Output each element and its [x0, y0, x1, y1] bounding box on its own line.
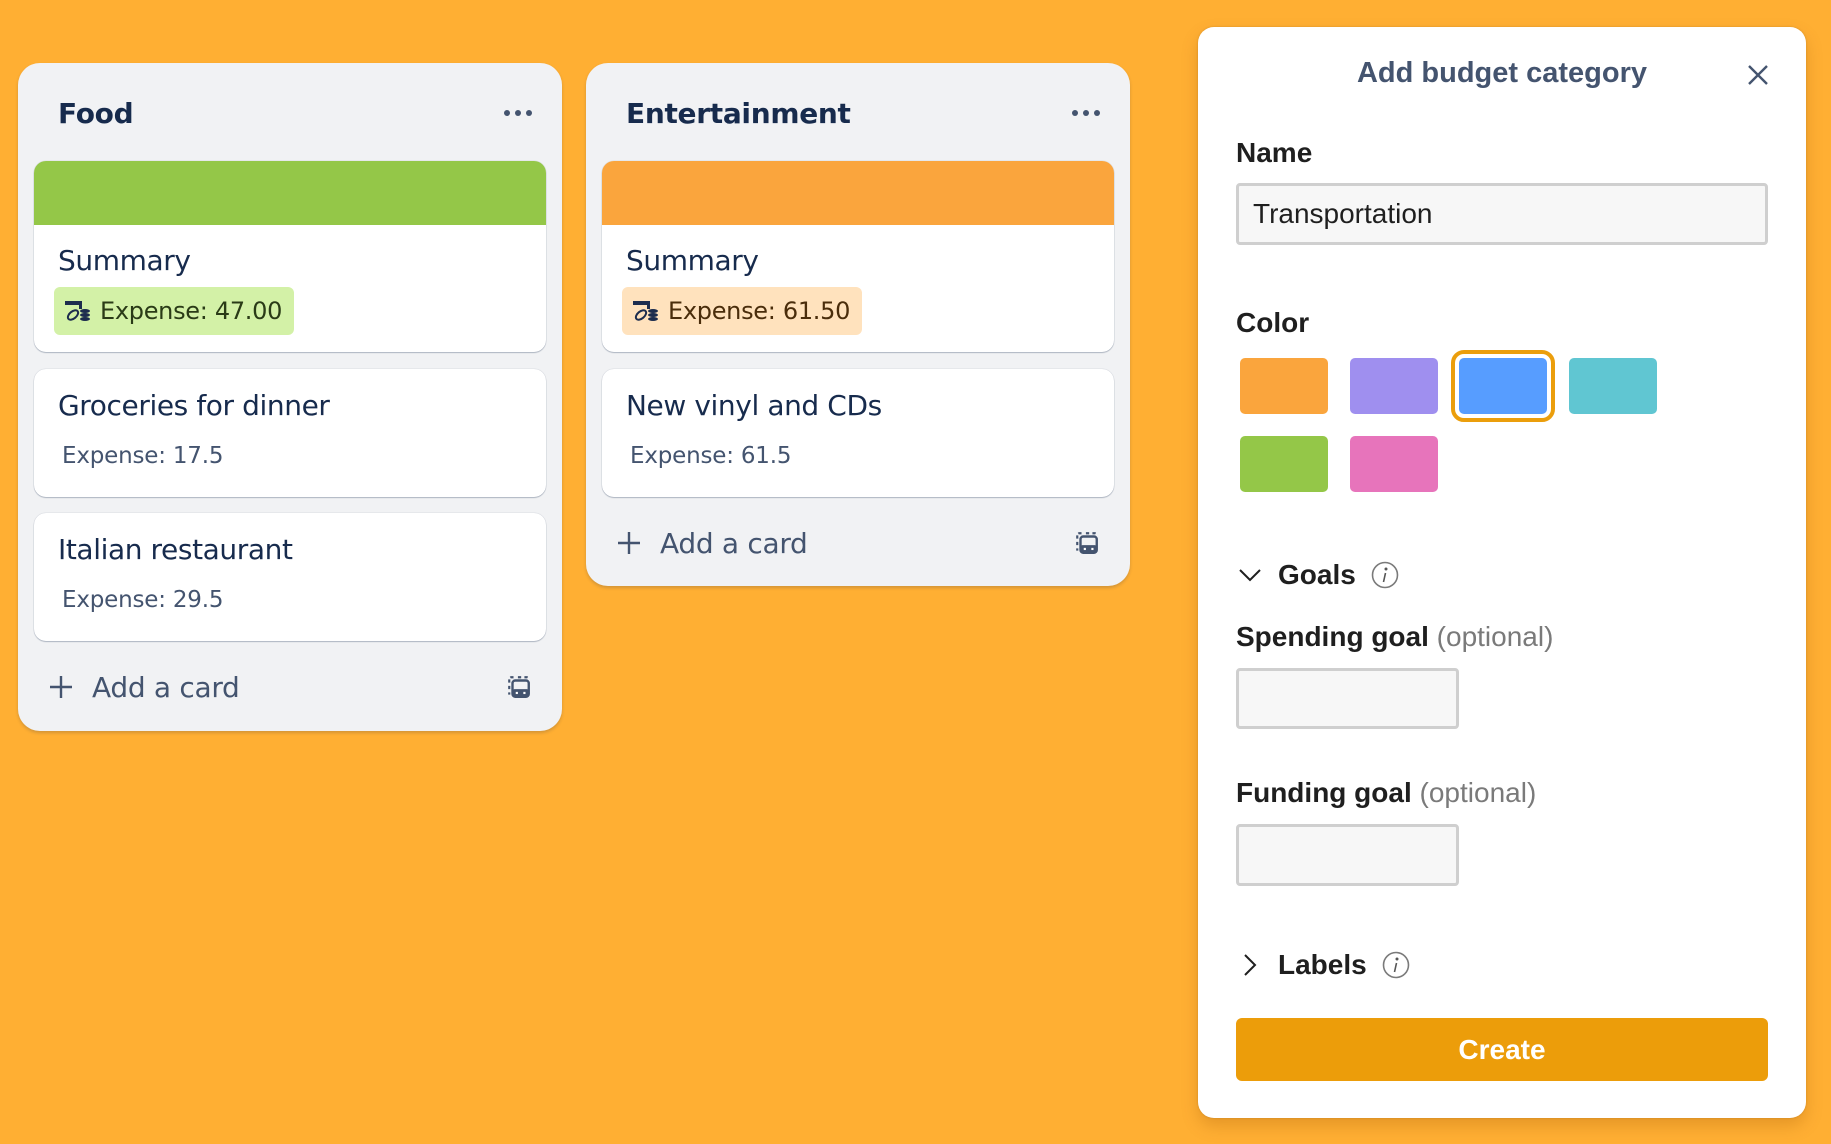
info-icon[interactable]: [1381, 950, 1411, 980]
optional-hint: (optional): [1436, 621, 1554, 652]
list-more-menu-button[interactable]: [1066, 97, 1106, 129]
funding-goal-label: Funding goal (optional): [1236, 777, 1536, 809]
name-input[interactable]: [1236, 183, 1768, 245]
expense-coins-icon: [633, 301, 658, 321]
add-card-row: Add a card: [602, 519, 1114, 567]
color-swatch-green[interactable]: [1240, 436, 1328, 492]
create-from-template-button[interactable]: [504, 672, 534, 702]
card-expense: Expense: 29.5: [62, 587, 224, 613]
summary-card[interactable]: Summary Expense: 61.50: [602, 161, 1114, 352]
funding-goal-input[interactable]: [1236, 824, 1459, 886]
list-header: Entertainment: [626, 93, 1106, 133]
add-card-row: Add a card: [34, 663, 546, 711]
card-title: Summary: [626, 244, 759, 277]
spending-goal-label-text: Spending goal: [1236, 621, 1429, 652]
info-icon[interactable]: [1370, 560, 1400, 590]
optional-hint: (optional): [1419, 777, 1537, 808]
list-more-menu-button[interactable]: [498, 97, 538, 129]
more-icon-dot: [1094, 110, 1100, 116]
chevron-down-icon: [1239, 569, 1261, 582]
add-card-label: Add a card: [660, 526, 808, 560]
spending-goal-label: Spending goal (optional): [1236, 621, 1553, 653]
add-card-label: Add a card: [92, 670, 240, 704]
goals-label: Goals: [1278, 559, 1356, 590]
name-label: Name: [1236, 137, 1313, 168]
color-swatch-orange[interactable]: [1240, 358, 1328, 414]
expense-card[interactable]: Italian restaurant Expense: 29.5: [34, 513, 546, 641]
card-title: Groceries for dinner: [58, 389, 330, 422]
add-card-button[interactable]: Add a card: [616, 527, 808, 560]
more-icon-dot: [504, 110, 510, 116]
list-header: Food: [58, 93, 538, 133]
labels-label: Labels: [1278, 949, 1367, 980]
plus-icon: [50, 676, 72, 698]
card-cover-color: [602, 161, 1114, 225]
labels-section-toggle[interactable]: Labels: [1236, 949, 1411, 981]
template-icon: [1076, 532, 1098, 554]
color-swatch-magenta[interactable]: [1350, 436, 1438, 492]
color-swatch-blue[interactable]: [1451, 350, 1555, 422]
card-cover-color: [34, 161, 546, 225]
spending-goal-input[interactable]: [1236, 668, 1459, 729]
card-title: New vinyl and CDs: [626, 389, 882, 422]
funding-goal-label-text: Funding goal: [1236, 777, 1412, 808]
more-icon-dot: [1072, 110, 1078, 116]
expense-badge: Expense: 61.50: [622, 287, 863, 335]
card-title: Italian restaurant: [58, 533, 293, 566]
card-expense: Expense: 61.5: [630, 443, 792, 469]
more-icon-dot: [1083, 110, 1089, 116]
expense-badge-label: Expense: 47.00: [100, 297, 283, 325]
chevron-right-icon: [1244, 954, 1257, 976]
more-icon-dot: [515, 110, 521, 116]
color-label: Color: [1236, 307, 1310, 338]
template-icon: [508, 676, 530, 698]
color-swatch-purple[interactable]: [1350, 358, 1438, 414]
list-column-entertainment: Entertainment Summary Expense: 61.50 New…: [586, 63, 1130, 586]
close-button[interactable]: [1744, 61, 1772, 89]
create-from-template-button[interactable]: [1072, 528, 1102, 558]
card-expense: Expense: 17.5: [62, 443, 224, 469]
summary-card[interactable]: Summary Expense: 47.00: [34, 161, 546, 352]
expense-badge: Expense: 47.00: [54, 287, 295, 335]
card-title: Summary: [58, 244, 191, 277]
create-button[interactable]: Create: [1236, 1018, 1768, 1081]
goals-section-toggle[interactable]: Goals: [1236, 559, 1400, 591]
expense-badge-label: Expense: 61.50: [668, 297, 851, 325]
more-icon-dot: [526, 110, 532, 116]
expense-card[interactable]: Groceries for dinner Expense: 17.5: [34, 369, 546, 497]
expense-coins-icon: [65, 301, 90, 321]
add-card-button[interactable]: Add a card: [48, 671, 240, 704]
list-title[interactable]: Entertainment: [626, 97, 851, 130]
plus-icon: [618, 532, 640, 554]
close-icon: [1748, 65, 1768, 85]
add-budget-category-panel: Add budget category Name Color Goals Spe…: [1198, 27, 1806, 1118]
list-column-food: Food Summary Expense: 47.00 Groceries fo…: [18, 63, 562, 731]
list-title[interactable]: Food: [58, 97, 134, 130]
panel-title: Add budget category: [1356, 57, 1647, 89]
expense-card[interactable]: New vinyl and CDs Expense: 61.5: [602, 369, 1114, 497]
color-swatch-teal[interactable]: [1569, 358, 1657, 414]
